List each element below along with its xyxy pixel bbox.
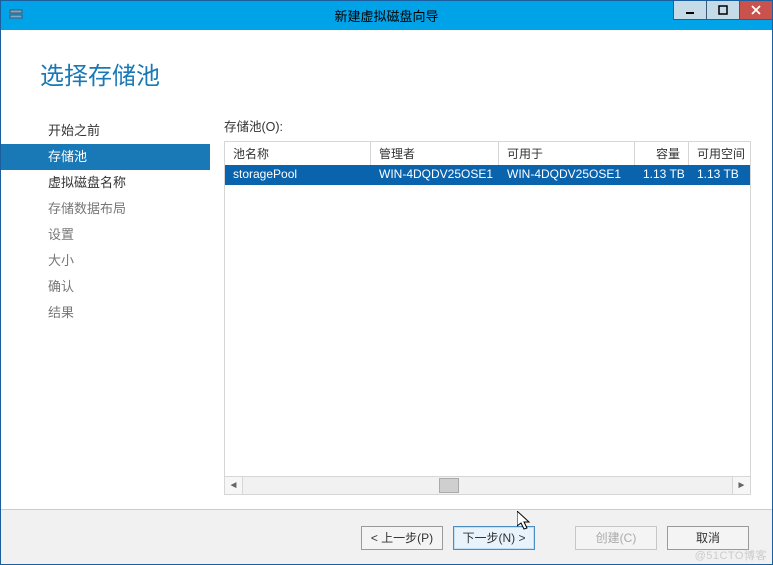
cell-capacity: 1.13 TB	[635, 165, 689, 185]
cell-name: storagePool	[225, 165, 371, 185]
step-result: 结果	[30, 300, 210, 326]
table-header: 池名称 管理者 可用于 容量 可用空间	[224, 141, 751, 165]
col-available[interactable]: 可用于	[499, 142, 635, 165]
scroll-track[interactable]	[243, 477, 732, 494]
scroll-thumb[interactable]	[439, 478, 459, 493]
horizontal-scrollbar[interactable]: ◄ ►	[224, 477, 751, 495]
next-button[interactable]: 下一步(N) >	[453, 526, 535, 550]
step-pool[interactable]: 存储池	[0, 144, 210, 170]
table-row[interactable]: storagePool WIN-4DQDV25OSE1 WIN-4DQDV25O…	[225, 165, 750, 185]
cell-manager: WIN-4DQDV25OSE1	[371, 165, 499, 185]
table-body[interactable]: storagePool WIN-4DQDV25OSE1 WIN-4DQDV25O…	[224, 165, 751, 477]
create-button: 创建(C)	[575, 526, 657, 550]
col-capacity[interactable]: 容量	[635, 142, 689, 165]
col-name[interactable]: 池名称	[225, 142, 371, 165]
step-confirm: 确认	[30, 274, 210, 300]
maximize-button[interactable]	[706, 0, 740, 20]
window-title: 新建虚拟磁盘向导	[0, 6, 773, 25]
step-before[interactable]: 开始之前	[30, 118, 210, 144]
content-area: 开始之前 存储池 虚拟磁盘名称 存储数据布局 设置 大小 确认 结果 存储池(O…	[0, 30, 773, 565]
step-layout: 存储数据布局	[30, 196, 210, 222]
step-nav: 开始之前 存储池 虚拟磁盘名称 存储数据布局 设置 大小 确认 结果	[0, 30, 210, 509]
footer: < 上一步(P) 下一步(N) > 创建(C) 取消	[0, 509, 773, 565]
minimize-button[interactable]	[673, 0, 707, 20]
page-heading: 选择存储池	[40, 56, 160, 91]
title-bar: 新建虚拟磁盘向导	[0, 0, 773, 30]
cell-free: 1.13 TB	[689, 165, 745, 185]
scroll-right-icon[interactable]: ►	[732, 477, 750, 494]
storage-pool-label: 存储池(O):	[224, 116, 751, 135]
main-pane: 存储池(O): 池名称 管理者 可用于 容量 可用空间 storagePool …	[210, 30, 773, 509]
window-buttons	[674, 0, 773, 20]
step-vdname[interactable]: 虚拟磁盘名称	[30, 170, 210, 196]
prev-button[interactable]: < 上一步(P)	[361, 526, 443, 550]
step-size: 大小	[30, 248, 210, 274]
scroll-left-icon[interactable]: ◄	[225, 477, 243, 494]
col-manager[interactable]: 管理者	[371, 142, 499, 165]
app-icon	[6, 4, 28, 26]
cell-available: WIN-4DQDV25OSE1	[499, 165, 635, 185]
step-settings: 设置	[30, 222, 210, 248]
close-button[interactable]	[739, 0, 773, 20]
cancel-button[interactable]: 取消	[667, 526, 749, 550]
col-free[interactable]: 可用空间	[689, 142, 745, 165]
